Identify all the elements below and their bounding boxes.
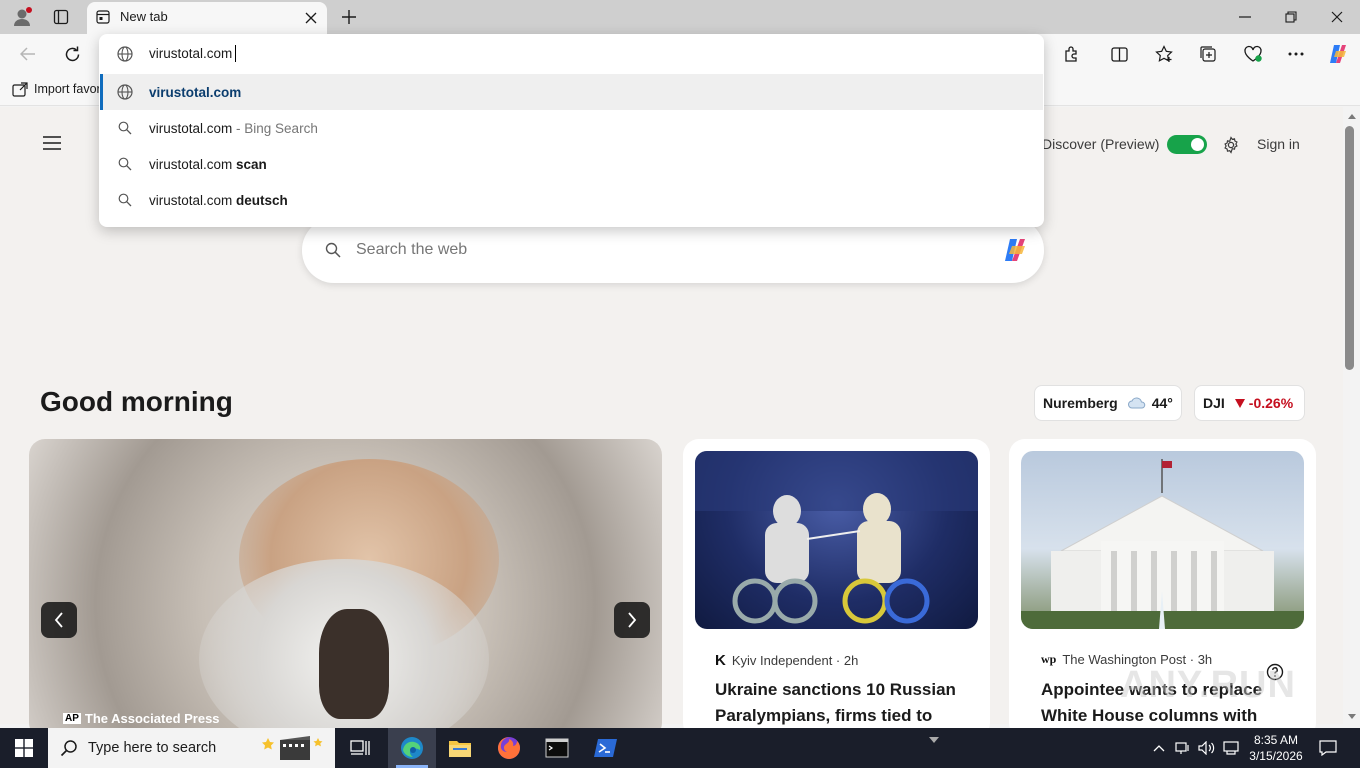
more-options-icon[interactable] [1285,43,1307,65]
selected-indicator [100,74,103,110]
scroll-up-arrow-icon[interactable] [1343,109,1360,123]
suggestion-bold: deutsch [236,192,288,208]
address-input[interactable]: virustotal.com [149,46,232,61]
search-icon [100,157,149,171]
copilot-icon[interactable] [1326,42,1350,66]
firefox-icon[interactable] [493,732,525,764]
weather-temp: 44° [1151,395,1173,411]
greeting-heading: Good morning [40,386,233,417]
suggestion-bold: scan [236,156,267,172]
taskbar-overflow-icon[interactable] [926,731,942,749]
split-screen-icon[interactable] [1108,43,1130,65]
volume-icon[interactable] [1197,738,1217,758]
stock-symbol: DJI [1203,395,1225,411]
news-card-1[interactable]: K Kyiv Independent · 2h Ukraine sanction… [683,439,990,739]
news-card-1-image [695,451,978,629]
text-caret [235,45,236,62]
clock-time: 8:35 AM [1253,733,1299,747]
hero-news-card[interactable]: AP The Associated Press [29,439,662,739]
restore-icon[interactable] [1276,7,1306,27]
globe-icon [100,84,149,100]
edge-icon[interactable] [396,732,428,764]
close-window-icon[interactable] [1322,7,1352,27]
suggestion-suffix: - Bing Search [232,120,318,136]
stock-change: -0.26% [1248,395,1294,411]
taskbar-search-placeholder: Type here to search [88,740,217,756]
new-tab-plus-icon[interactable] [338,6,360,28]
carousel-next-button[interactable] [614,602,650,638]
favorites-star-icon[interactable] [1153,43,1175,65]
taskbar-clock[interactable]: 8:35 AM 3/15/2026 [1238,732,1314,764]
new-tab-page-icon [95,9,111,25]
hero-source: AP The Associated Press [63,711,220,726]
collections-icon[interactable] [1197,43,1219,65]
tab-actions-icon[interactable] [50,7,72,27]
extensions-icon[interactable] [1060,43,1082,65]
tray-chevron-up-icon[interactable] [1150,738,1168,758]
back-arrow-icon[interactable] [16,44,40,64]
windows-start-icon[interactable] [0,728,48,768]
stock-chip[interactable]: DJI -0.26% [1194,385,1305,421]
suggestion-text: virustotal.com [149,120,233,136]
suggestion-item[interactable]: virustotal.com deutsch [100,182,1043,218]
weather-chip[interactable]: Nuremberg 44° [1034,385,1182,421]
powershell-icon[interactable] [590,732,622,764]
search-icon [100,121,149,135]
task-view-icon[interactable] [340,728,380,768]
news-card-1-source: K Kyiv Independent · 2h [715,652,858,669]
minimize-icon[interactable] [1230,7,1260,27]
suggestion-item[interactable]: virustotal.com [100,74,1043,110]
scroll-down-arrow-icon[interactable] [1343,709,1360,723]
discover-toggle[interactable] [1167,135,1207,154]
suggestion-item[interactable]: virustotal.com scan [100,146,1043,182]
ap-logo: AP [63,713,81,724]
clock-date: 3/15/2026 [1249,749,1303,763]
refresh-icon[interactable] [60,43,84,65]
weather-city: Nuremberg [1043,395,1118,411]
kyiv-independent-logo: K [715,652,726,669]
taskbar-search-box[interactable]: Type here to search [48,728,335,768]
discover-label: Discover (Preview) [1042,136,1160,152]
globe-icon [116,45,134,63]
down-triangle-icon [1234,398,1245,408]
hamburger-menu-icon[interactable] [40,133,64,153]
news-card-2-image [1021,451,1304,629]
search-icon [60,739,78,757]
search-icon [100,193,149,207]
suggestion-text: virustotal.com [149,156,237,172]
scrollbar-thumb[interactable] [1345,126,1354,370]
network-icon[interactable] [1174,738,1192,758]
close-tab-icon[interactable] [302,9,320,27]
browser-essentials-icon[interactable] [1241,43,1265,65]
import-favorites-icon[interactable] [11,81,29,99]
search-icon [323,240,343,260]
suggestion-text: virustotal.com [149,84,242,100]
carousel-prev-button[interactable] [41,602,77,638]
settings-gear-icon[interactable] [1220,134,1242,156]
profile-icon[interactable] [10,6,34,28]
cloud-icon [1127,397,1146,409]
suggestion-item[interactable]: virustotal.com - Bing Search [100,110,1043,146]
news-card-1-headline[interactable]: Ukraine sanctions 10 Russian Paralympian… [715,677,965,729]
sign-in-link[interactable]: Sign in [1257,136,1300,152]
news-card-1-source-text: Kyiv Independent · 2h [731,653,859,668]
washington-post-logo: wp [1041,652,1057,666]
copilot-search-icon[interactable] [1000,236,1030,264]
file-explorer-icon[interactable] [444,732,476,764]
import-favorites-link[interactable]: Import favorites [34,82,100,96]
tab-title: New tab [120,9,168,24]
search-placeholder: Search the web [356,241,468,258]
notifications-icon[interactable] [1316,736,1340,760]
terminal-icon[interactable] [541,732,573,764]
hero-source-name: The Associated Press [84,711,220,726]
watermark: ANY.RUN [1120,664,1296,706]
search-highlight-icon [262,732,328,764]
suggestion-text: virustotal.com [149,192,237,208]
